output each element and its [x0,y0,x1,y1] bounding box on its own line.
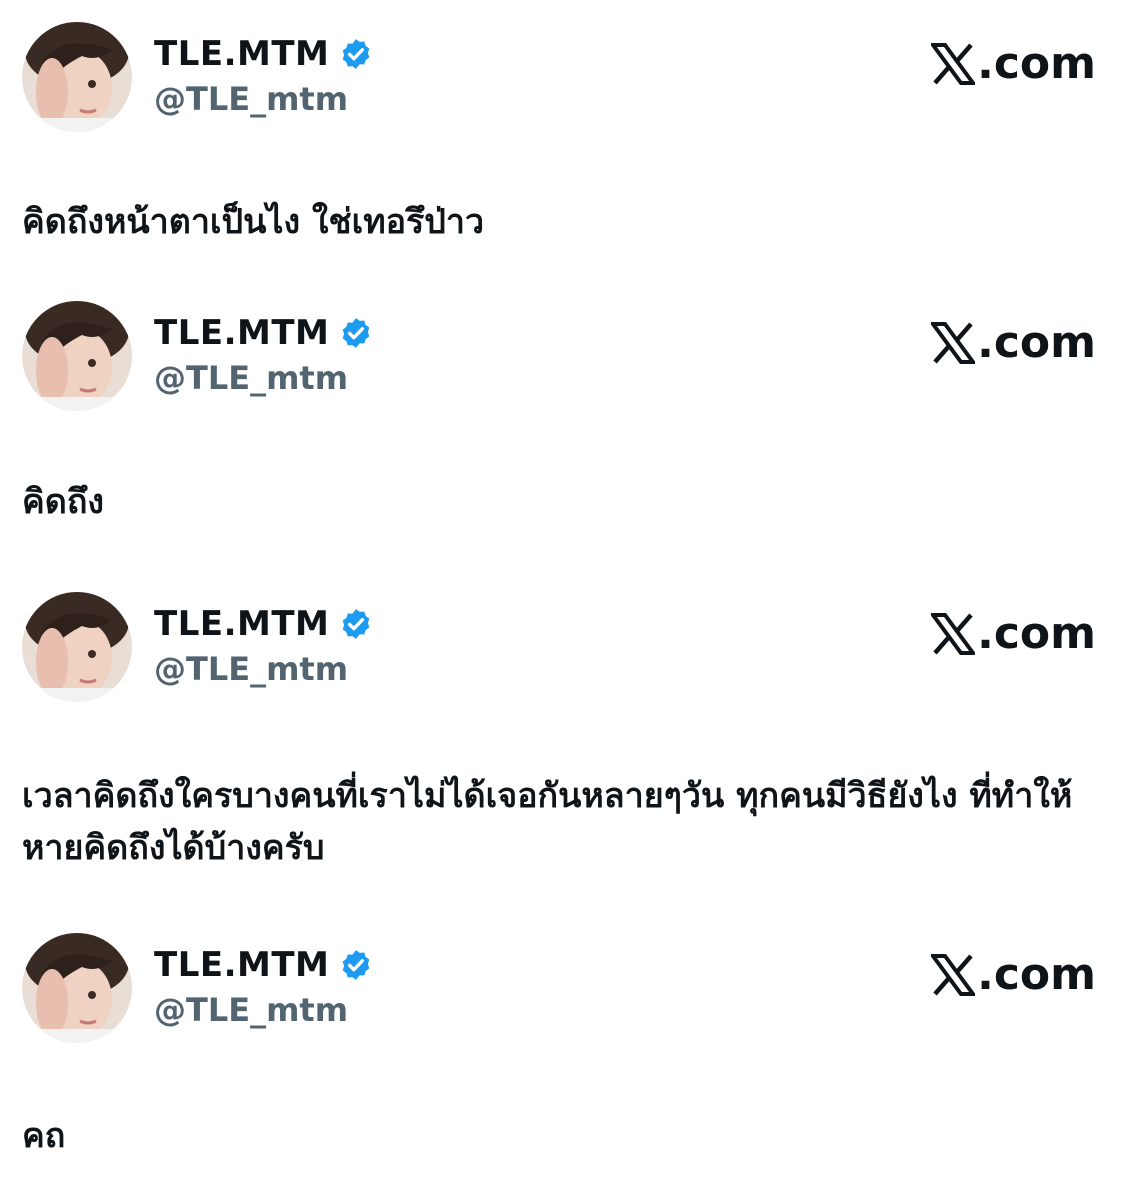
verified-badge-icon [339,316,373,350]
display-name-row: TLE.MTM [154,32,373,76]
x-logo-icon [931,954,976,996]
handle[interactable]: @TLE_mtm [154,357,348,399]
display-name[interactable]: TLE.MTM [154,943,329,987]
brand-text: .com [977,38,1096,89]
x-logo-icon [931,613,976,655]
post-header: TLE.MTM @TLE_mtm .com [22,22,1102,134]
post-header: TLE.MTM @TLE_mtm .com [22,301,1102,413]
display-name[interactable]: TLE.MTM [154,311,329,355]
brand-text: .com [977,317,1096,368]
avatar[interactable] [22,22,132,132]
post-text: คิดถึงหน้าตาเป็นไง ใช่เทอรึป่าว [22,202,485,242]
post-text: คถ [22,1116,66,1156]
x-logo-icon [931,43,976,85]
verified-badge-icon [339,607,373,641]
post-text: เวลาคิดถึงใครบางคนที่เราไม่ได้เจอกันหลาย… [22,776,1073,868]
handle[interactable]: @TLE_mtm [154,989,348,1031]
avatar[interactable] [22,592,132,702]
brand-x-com: .com [931,34,1096,94]
verified-badge-icon [339,37,373,71]
handle[interactable]: @TLE_mtm [154,648,348,690]
avatar[interactable] [22,933,132,1043]
handle[interactable]: @TLE_mtm [154,78,348,120]
post-text: คิดถึง [22,482,105,522]
avatar[interactable] [22,301,132,411]
brand-x-com: .com [931,313,1096,373]
display-name-row: TLE.MTM [154,943,373,987]
display-name[interactable]: TLE.MTM [154,32,329,76]
post-header: TLE.MTM @TLE_mtm .com [22,933,1102,1045]
post-header: TLE.MTM @TLE_mtm .com [22,592,1102,704]
brand-text: .com [977,949,1096,1000]
display-name-row: TLE.MTM [154,602,373,646]
verified-badge-icon [339,948,373,982]
brand-x-com: .com [931,945,1096,1005]
brand-x-com: .com [931,604,1096,664]
display-name-row: TLE.MTM [154,311,373,355]
x-logo-icon [931,322,976,364]
display-name[interactable]: TLE.MTM [154,602,329,646]
brand-text: .com [977,608,1096,659]
